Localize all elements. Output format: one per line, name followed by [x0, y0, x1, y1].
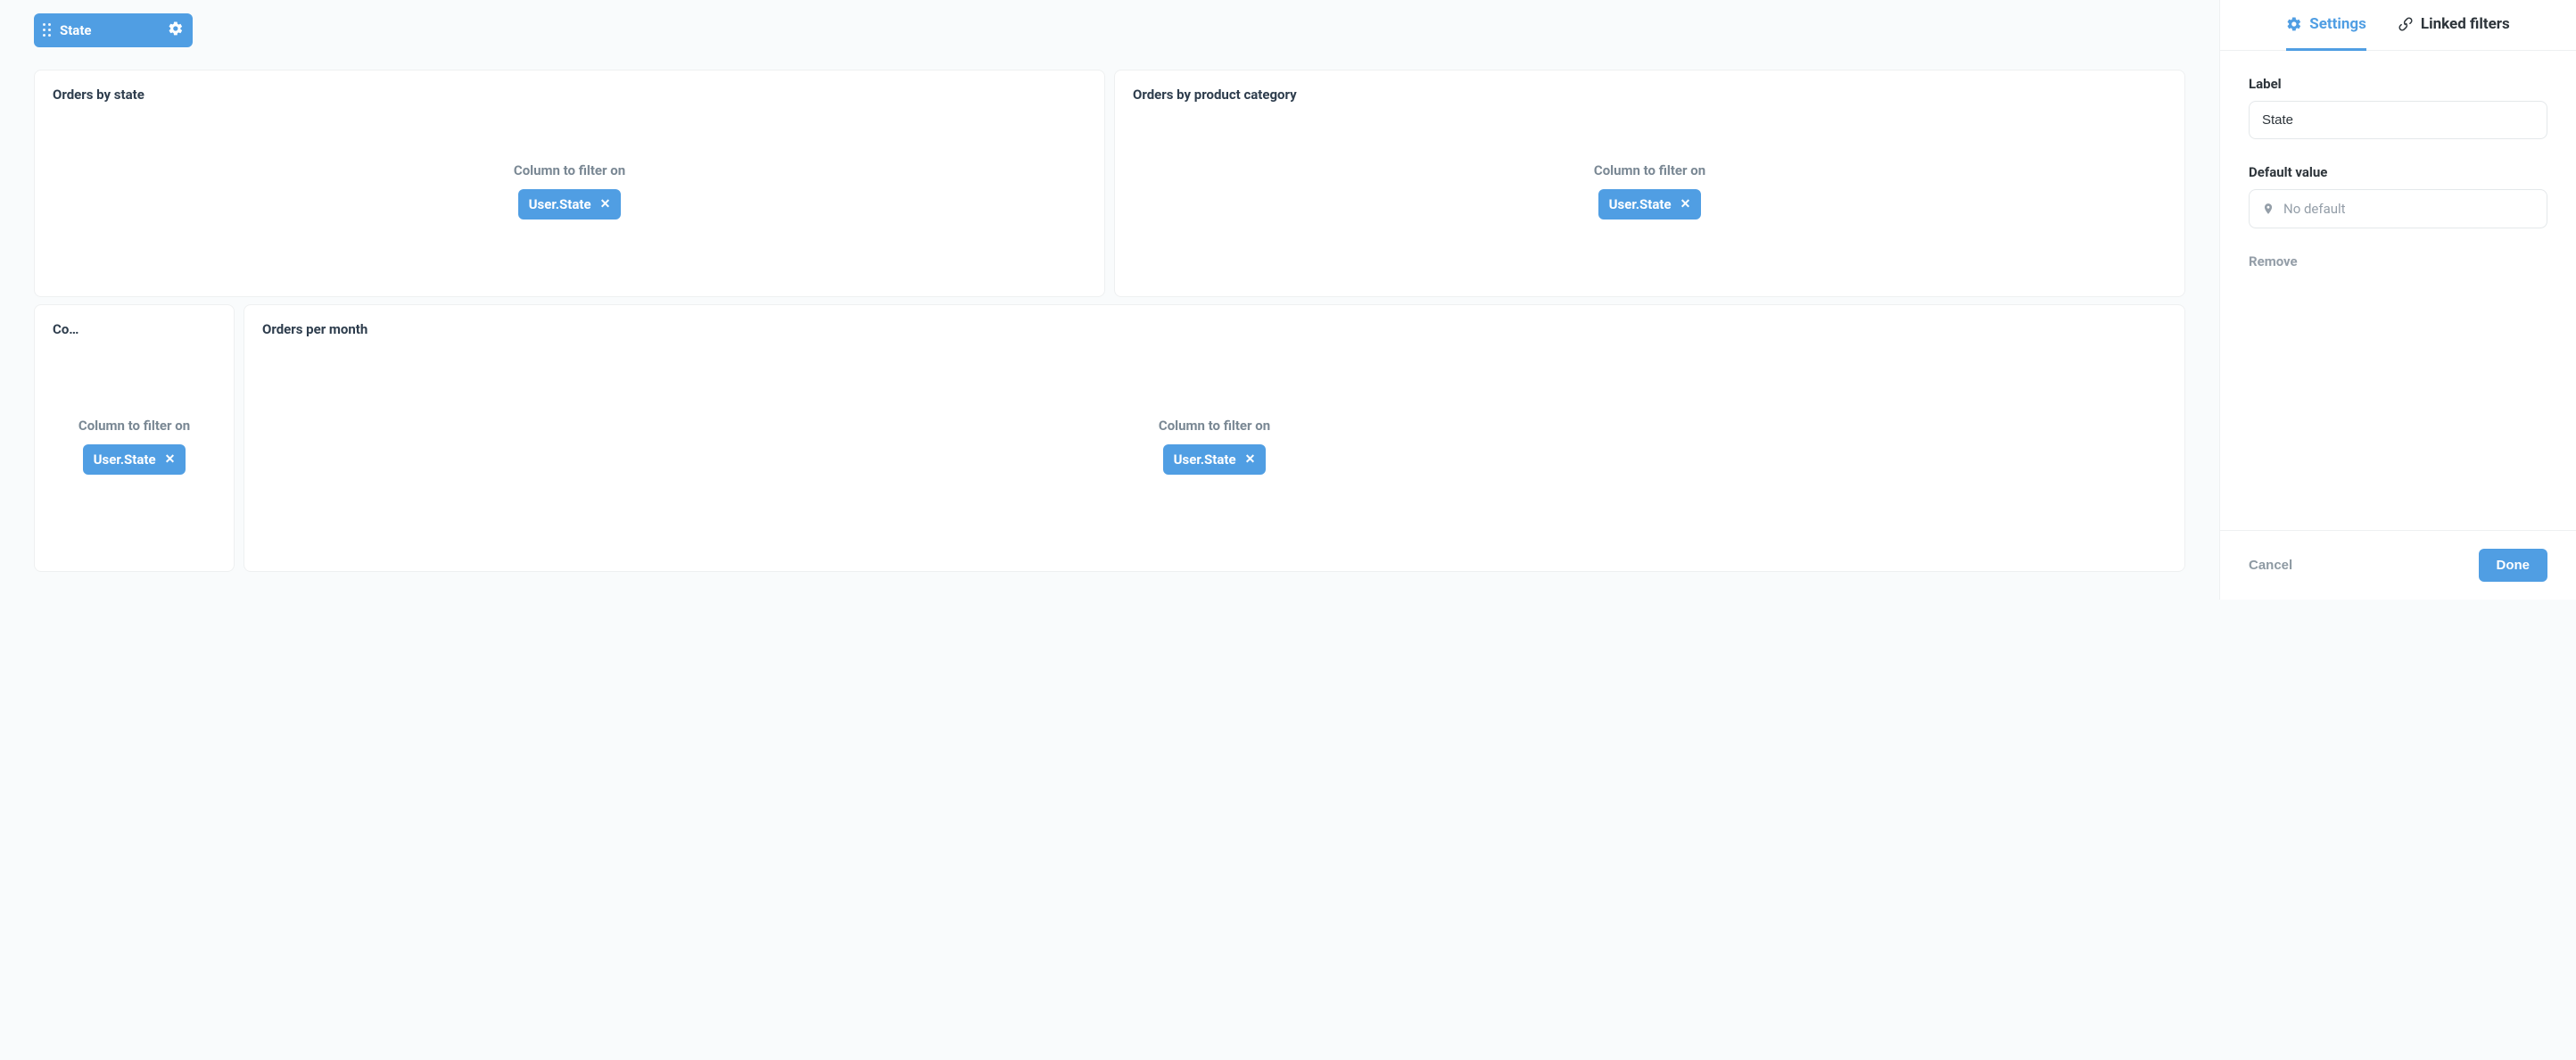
main-canvas: State Orders by state Column to filter o… — [0, 0, 2219, 600]
label-input[interactable] — [2249, 101, 2547, 139]
close-icon[interactable]: ✕ — [165, 452, 176, 467]
filter-chip[interactable]: User.State ✕ — [1598, 189, 1702, 219]
done-button[interactable]: Done — [2479, 549, 2548, 582]
filter-chip-label: User.State — [1174, 451, 1236, 468]
card-title: Orders per month — [262, 321, 2167, 337]
gear-icon — [2286, 16, 2302, 32]
link-icon — [2398, 16, 2414, 32]
close-icon[interactable]: ✕ — [600, 197, 611, 211]
remove-link[interactable]: Remove — [2249, 253, 2547, 269]
drag-handle-icon[interactable] — [43, 23, 51, 37]
settings-sidebar: Settings Linked filters Label Default va… — [2219, 0, 2576, 600]
close-icon[interactable]: ✕ — [1245, 452, 1256, 467]
filter-chip-label: User.State — [94, 451, 156, 468]
column-filter-label: Column to filter on — [1159, 418, 1270, 434]
card-orders-by-state: Orders by state Column to filter on User… — [34, 70, 1105, 297]
tab-label: Settings — [2309, 15, 2366, 33]
default-value-caption: Default value — [2249, 164, 2547, 180]
filter-chip-label: User.State — [529, 196, 591, 212]
column-filter-label: Column to filter on — [78, 418, 190, 434]
default-value-input[interactable]: No default — [2249, 189, 2547, 228]
gear-icon[interactable] — [168, 21, 184, 40]
card-orders-per-month: Orders per month Column to filter on Use… — [244, 304, 2185, 572]
tab-label: Linked filters — [2421, 15, 2510, 33]
filter-chip[interactable]: User.State ✕ — [83, 444, 186, 475]
tab-linked-filters[interactable]: Linked filters — [2398, 0, 2510, 51]
filter-chip[interactable]: User.State ✕ — [518, 189, 622, 219]
card-co-truncated: Co… Column to filter on User.State ✕ — [34, 304, 235, 572]
label-caption: Label — [2249, 76, 2547, 92]
column-filter-label: Column to filter on — [1594, 162, 1705, 178]
tab-settings[interactable]: Settings — [2286, 0, 2366, 51]
card-title: Orders by state — [53, 87, 1086, 103]
filter-pill-state[interactable]: State — [34, 13, 193, 47]
card-orders-by-product-category: Orders by product category Column to fil… — [1114, 70, 2185, 297]
card-title: Co… — [53, 321, 216, 337]
cancel-button[interactable]: Cancel — [2249, 558, 2292, 573]
close-icon[interactable]: ✕ — [1680, 197, 1691, 211]
filter-chip[interactable]: User.State ✕ — [1163, 444, 1267, 475]
column-filter-label: Column to filter on — [514, 162, 625, 178]
filter-pill-label: State — [60, 22, 92, 38]
sidebar-tabs: Settings Linked filters — [2220, 0, 2576, 51]
filter-chip-label: User.State — [1609, 196, 1672, 212]
default-value-placeholder: No default — [2283, 201, 2346, 217]
location-pin-icon — [2262, 202, 2275, 216]
card-title: Orders by product category — [1133, 87, 2167, 103]
